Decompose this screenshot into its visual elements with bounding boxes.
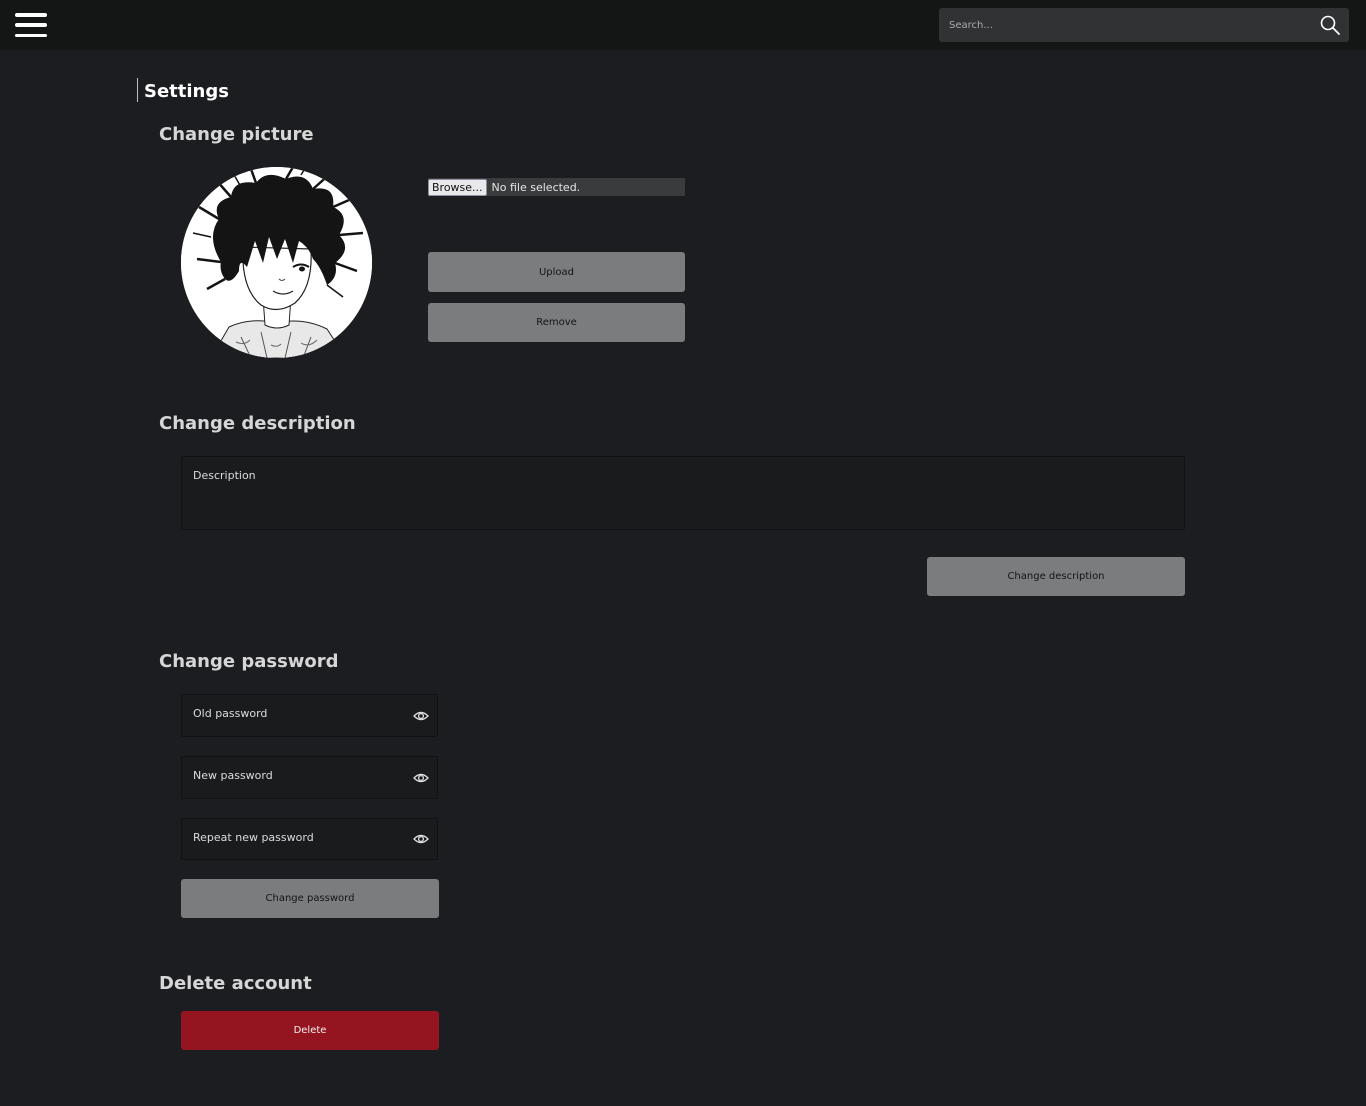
top-bar bbox=[0, 0, 1366, 50]
file-status: No file selected. bbox=[491, 180, 581, 194]
repeat-password-placeholder: Repeat new password bbox=[193, 831, 314, 844]
description-field[interactable]: Description bbox=[181, 456, 1185, 530]
change-password-heading: Change password bbox=[159, 651, 339, 672]
browse-button[interactable]: Browse... bbox=[428, 178, 487, 196]
search-input[interactable] bbox=[939, 8, 1309, 42]
page-title: Settings bbox=[144, 81, 229, 102]
upload-button[interactable]: Upload bbox=[428, 252, 685, 292]
change-description-heading: Change description bbox=[159, 413, 356, 434]
change-password-button[interactable]: Change password bbox=[181, 879, 439, 918]
search-icon[interactable] bbox=[1319, 14, 1341, 36]
eye-icon[interactable] bbox=[413, 770, 429, 786]
change-description-button[interactable]: Change description bbox=[927, 557, 1185, 596]
profile-picture bbox=[181, 167, 372, 358]
change-picture-heading: Change picture bbox=[159, 124, 314, 145]
hamburger-menu-icon[interactable] bbox=[14, 11, 48, 39]
repeat-password-field[interactable]: Repeat new password bbox=[181, 818, 438, 860]
file-picker: Browse... No file selected. bbox=[428, 178, 685, 196]
delete-account-button[interactable]: Delete bbox=[181, 1011, 439, 1050]
search-box bbox=[939, 8, 1349, 42]
new-password-placeholder: New password bbox=[193, 769, 273, 782]
remove-button[interactable]: Remove bbox=[428, 303, 685, 342]
delete-account-heading: Delete account bbox=[159, 973, 312, 994]
eye-icon[interactable] bbox=[413, 831, 429, 847]
eye-icon[interactable] bbox=[413, 708, 429, 724]
page-title-wrap: Settings bbox=[137, 78, 229, 102]
new-password-field[interactable]: New password bbox=[181, 756, 438, 799]
avatar-illustration bbox=[181, 167, 372, 358]
description-placeholder: Description bbox=[193, 469, 256, 482]
old-password-field[interactable]: Old password bbox=[181, 694, 438, 737]
menu-bar bbox=[15, 13, 47, 17]
menu-bar bbox=[15, 23, 47, 27]
menu-bar bbox=[15, 33, 47, 37]
old-password-placeholder: Old password bbox=[193, 707, 268, 720]
